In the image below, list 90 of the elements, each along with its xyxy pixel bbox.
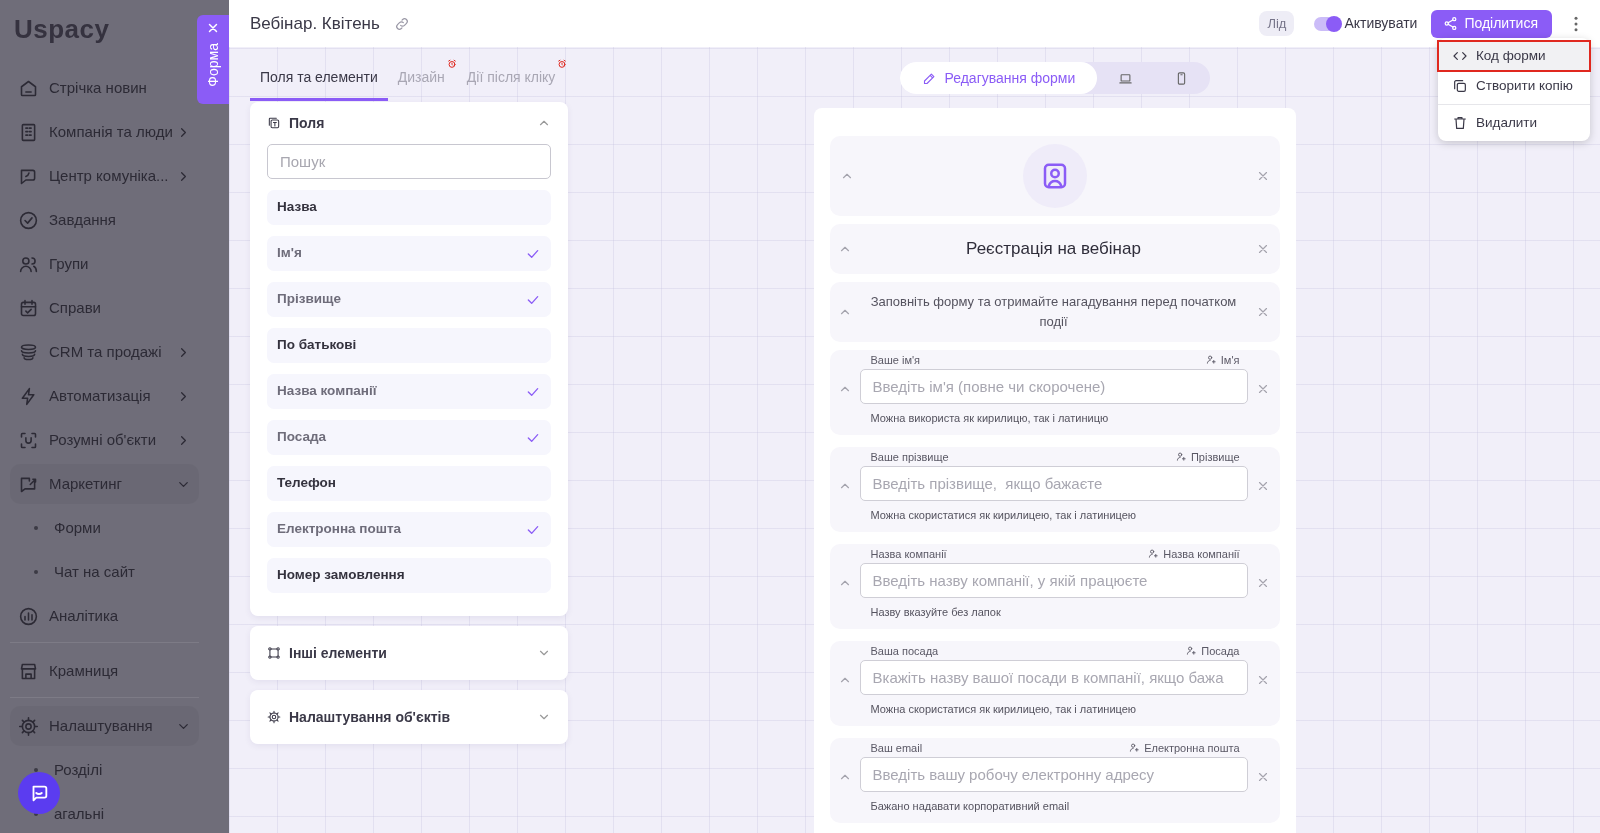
sidebar-subitem[interactable]: агальні [10,794,199,833]
field-item[interactable]: По батькові [267,328,551,363]
field-item[interactable]: Телефон [267,466,551,501]
check-circle-icon [18,209,39,231]
sidebar-item[interactable]: Стрічка новин [10,68,199,108]
tab[interactable]: Дизайн [387,65,455,101]
form-title: Вебінар. Квітень [250,12,380,35]
field-label: Ваша посада [870,643,939,659]
input-field[interactable]: Введіть ім'я (повне чи скорочене) [859,369,1248,404]
sidebar-item[interactable]: Розумні об'єкти [10,420,199,460]
trash-icon [1452,115,1468,131]
bar-chart-icon [18,605,39,627]
field-item[interactable]: Посада [267,420,551,455]
menu-item[interactable]: Видалити [1438,108,1590,138]
panel-title: Налаштування об'єктів [289,707,451,727]
menu-item[interactable]: Код форми [1438,41,1590,71]
bullet-icon [34,526,38,530]
input-field[interactable]: Введіть прізвище, якщо бажаєте [859,466,1248,501]
form-heading: Реєстрація на вебінар [966,238,1141,260]
bullet-icon [34,570,38,574]
person-plus-icon [1129,742,1141,754]
text-field-icon [267,116,281,130]
form-description: Заповніть форму та отримайте нагадування перед початком події [869,292,1238,331]
field-hint: Можна скористатися як кирилицею, так і латиницею [869,508,1138,523]
sidebar-item[interactable]: Автоматизація [10,376,199,416]
field-label: Ваше ім'я [870,352,921,368]
field-hint: Можна використа як кирилицю, так і латиницю [869,411,1110,426]
menu-item[interactable]: Створити копію [1438,71,1590,101]
person-plus-icon [1175,451,1187,463]
panel-title: Поля [289,113,325,133]
mapped-field: Назва компанії [1163,545,1240,562]
activate-toggle[interactable] [1314,16,1341,31]
settings-icon [267,710,281,724]
sidebar-item[interactable]: Центр комуніка... [10,156,199,196]
tab[interactable]: Дії після кліку [456,65,566,101]
field-label: Назва компанії [870,546,947,562]
sidebar-subitem[interactable]: Чат на сайт [10,552,199,592]
sidebar-item[interactable]: Компанія та люди [10,112,199,152]
person-plus-icon [1148,548,1160,560]
field-label: Ваше прізвище [870,449,949,465]
panel-title: Інші елементи [289,643,387,663]
sidebar-item[interactable]: Налаштування [10,706,199,746]
sidebar-subitem[interactable]: Розділі [10,750,199,790]
copy-icon [1452,78,1468,94]
share-button[interactable]: Поділитися [1431,9,1552,38]
field-item[interactable]: Номер замовлення [267,558,551,593]
sidebar-item[interactable]: Маркетинг [10,464,199,504]
toggle-label: Активувати [1344,14,1418,33]
sidebar-item[interactable]: Групи [10,244,199,284]
close-icon [206,21,220,35]
mapped-field: Прізвище [1190,448,1240,465]
side-tab[interactable]: Форма [197,15,229,104]
mapped-field: Ім'я [1220,351,1240,368]
field-item[interactable]: Ім'я [267,236,551,271]
field-item[interactable]: Назва компанії [267,374,551,409]
field-item[interactable]: Прізвище [267,282,551,317]
sidebar-subitem[interactable]: Форми [10,508,199,548]
share-icon [1443,16,1459,31]
settings-icon [18,715,39,737]
stack-icon [18,341,39,363]
input-field[interactable]: Вкажіть назву вашої посади в компанії, якщо бажа [859,660,1248,695]
pencil-icon [921,70,937,86]
search-field[interactable]: Пошук [267,144,551,179]
sidebar-item[interactable]: Справи [10,288,199,328]
link-icon [393,15,410,32]
person-plus-icon [1205,354,1217,366]
mapped-field: Посада [1201,642,1240,659]
field-item[interactable]: Назва [267,190,551,225]
section-panel[interactable]: Інші елементи [250,626,568,680]
bullet-icon [34,812,38,816]
input-field[interactable]: Введіть назву компанії, у якій працюєте [859,563,1248,598]
entity-badge: Лід [1259,10,1295,37]
bullet-icon [34,768,38,772]
field-label: Ваш email [870,740,923,756]
logo: Uspacy [13,14,110,46]
field-hint: Бажано надавати корпоративний email [869,799,1071,814]
input-field[interactable]: Введіть вашу робочу електронну адресу [859,757,1248,792]
field-hint: Назву вказуйте без лапок [869,605,1002,620]
mapped-field: Електронна пошта [1144,739,1240,756]
field-hint: Можна скористатися як кирилицею, так і латиницею [869,702,1138,717]
calendar-icon [18,297,39,319]
sidebar-item[interactable]: CRM та продажі [10,332,199,372]
field-item[interactable]: Електронна пошта [267,512,551,547]
person-plus-icon [1186,645,1198,657]
frame-icon [267,646,281,660]
view-tab[interactable]: Редагування форми [899,62,1098,94]
section-panel[interactable]: Налаштування об'єктів [250,690,568,744]
sidebar-item[interactable]: Аналітика [10,596,199,636]
sidebar-item[interactable]: Завдання [10,200,199,240]
sidebar-item[interactable]: Крамниця [10,651,199,691]
